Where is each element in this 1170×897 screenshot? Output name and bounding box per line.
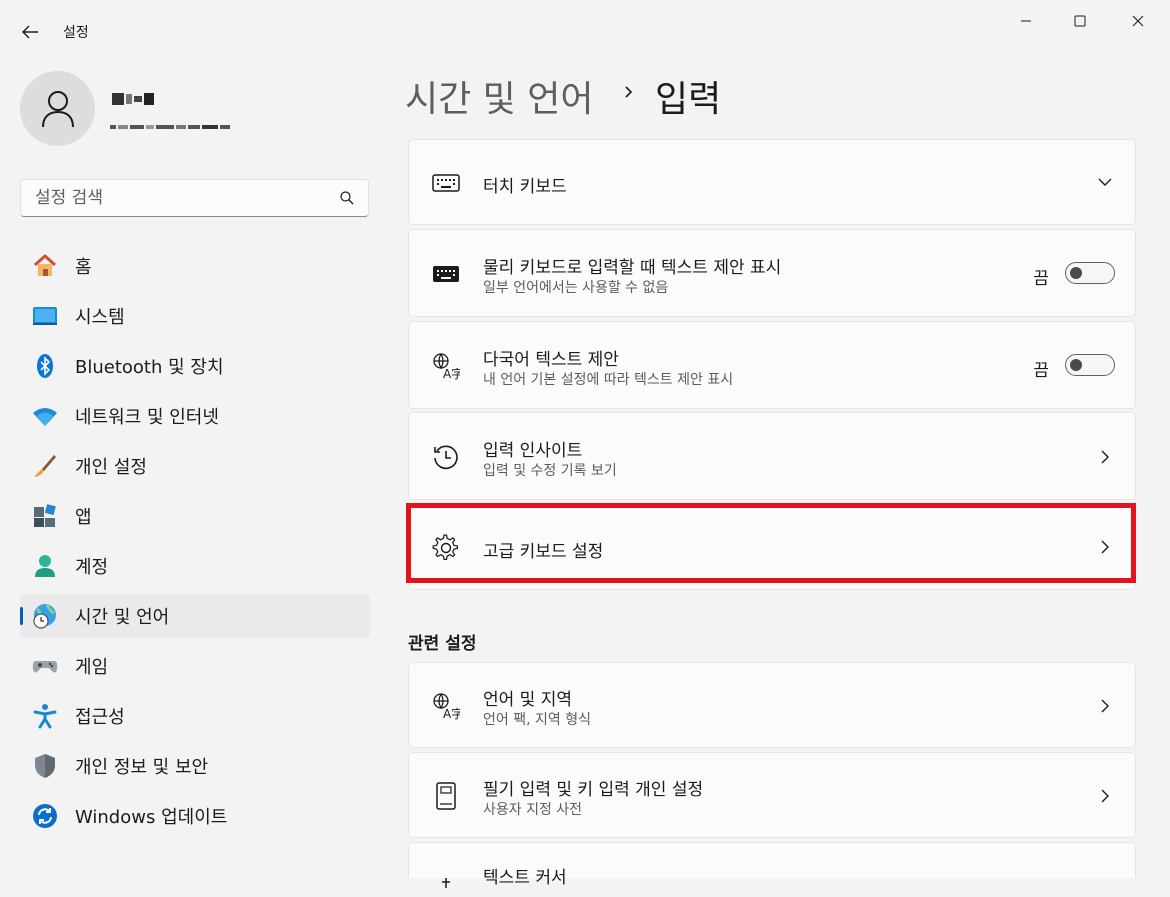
breadcrumb-parent[interactable]: 시간 및 언어	[405, 70, 594, 122]
svg-text:A字: A字	[443, 366, 460, 380]
sidebar-item-label: 계정	[75, 557, 109, 578]
physical-keyboard-suggestions-card: 물리 키보드로 입력할 때 텍스트 제안 표시 일부 언어에서는 사용할 수 없…	[408, 229, 1136, 317]
text-cursor-card[interactable]: 텍스트 커서	[408, 842, 1136, 888]
language-region-card[interactable]: A字 언어 및 지역 언어 팩, 지역 형식	[408, 662, 1136, 748]
account-icon	[32, 553, 58, 579]
accessibility-icon	[32, 703, 58, 729]
sidebar-item-system[interactable]: 시스템	[20, 294, 370, 338]
close-button[interactable]	[1115, 6, 1161, 36]
gear-icon	[431, 533, 461, 563]
toggle-state-label: 끔	[1033, 361, 1049, 381]
card-subtitle: 입력 및 수정 기록 보기	[483, 463, 617, 479]
card-subtitle: 내 언어 기본 설정에 따라 텍스트 제안 표시	[483, 372, 734, 388]
handwriting-personalization-card[interactable]: 필기 입력 및 키 입력 개인 설정 사용자 지정 사전	[408, 752, 1136, 838]
brush-icon	[32, 453, 58, 479]
sidebar-item-home[interactable]: 홈	[20, 244, 370, 288]
related-settings-heading: 관련 설정	[408, 634, 477, 654]
text-cursor-icon	[431, 867, 461, 897]
sidebar-item-label: 시스템	[75, 307, 125, 328]
card-title: 고급 키보드 설정	[483, 542, 604, 562]
breadcrumb-chevron-icon	[625, 86, 633, 98]
sidebar-item-label: Windows 업데이트	[75, 807, 228, 828]
toggle-state-label: 끔	[1033, 269, 1049, 289]
card-title: 언어 및 지역	[483, 690, 573, 710]
sidebar-item-time-language[interactable]: 시간 및 언어	[20, 594, 370, 638]
close-icon	[1132, 15, 1144, 27]
minimize-button[interactable]	[1003, 6, 1049, 36]
advanced-keyboard-settings-card[interactable]: 고급 키보드 설정	[408, 504, 1136, 590]
typing-insights-card[interactable]: 입력 인사이트 입력 및 수정 기록 보기	[408, 412, 1136, 500]
maximize-button[interactable]	[1057, 6, 1103, 36]
sidebar-item-label: 게임	[75, 657, 109, 678]
multilingual-suggestions-card: A字 다국어 텍스트 제안 내 언어 기본 설정에 따라 텍스트 제안 표시 끔	[408, 321, 1136, 409]
sidebar-item-label: 네트워크 및 인터넷	[75, 407, 219, 428]
sidebar-item-accounts[interactable]: 계정	[20, 544, 370, 588]
globe-clock-icon	[32, 603, 58, 629]
sidebar-item-label: 시간 및 언어	[75, 607, 170, 628]
search-icon[interactable]	[340, 191, 354, 205]
search-input[interactable]	[21, 180, 335, 216]
back-arrow-icon	[22, 25, 38, 39]
bluetooth-icon	[32, 353, 58, 379]
sidebar-item-bluetooth[interactable]: Bluetooth 및 장치	[20, 344, 370, 388]
back-button[interactable]	[14, 18, 46, 46]
search-box[interactable]	[20, 179, 369, 217]
sidebar-item-apps[interactable]: 앱	[20, 494, 370, 538]
sidebar-item-label: 개인 설정	[75, 457, 147, 478]
card-title: 입력 인사이트	[483, 441, 583, 461]
card-subtitle: 사용자 지정 사전	[483, 802, 583, 818]
update-icon	[32, 803, 58, 829]
maximize-icon	[1074, 15, 1086, 27]
sidebar-item-gaming[interactable]: 게임	[20, 644, 370, 688]
suggestions-toggle[interactable]	[1065, 262, 1115, 284]
user-name-redacted	[112, 88, 162, 106]
sidebar-item-label: 접근성	[75, 707, 125, 728]
sidebar-item-windows-update[interactable]: Windows 업데이트	[20, 794, 370, 838]
chevron-right-icon	[1101, 789, 1109, 803]
minimize-icon	[1021, 20, 1031, 22]
apps-icon	[32, 503, 58, 529]
wifi-icon	[32, 403, 58, 429]
card-title: 필기 입력 및 키 입력 개인 설정	[483, 780, 704, 800]
card-title: 터치 키보드	[483, 177, 567, 197]
keyboard-outline-icon	[431, 168, 461, 198]
sidebar-item-label: 개인 정보 및 보안	[75, 757, 209, 778]
avatar[interactable]	[20, 71, 95, 146]
gamepad-icon	[32, 653, 58, 679]
sidebar-item-network[interactable]: 네트워크 및 인터넷	[20, 394, 370, 438]
chevron-right-icon	[1101, 540, 1109, 554]
home-icon	[32, 253, 58, 279]
system-icon	[32, 303, 58, 329]
svg-text:A字: A字	[443, 706, 460, 720]
sidebar-nav: 홈 시스템 Bluetooth 및 장치 네트워크 및 인터넷 개인 설정 앱	[20, 244, 370, 844]
app-title: 설정	[63, 25, 89, 41]
sidebar-item-personalization[interactable]: 개인 설정	[20, 444, 370, 488]
touch-keyboard-card[interactable]: 터치 키보드	[408, 139, 1136, 225]
card-subtitle: 언어 팩, 지역 형식	[483, 712, 591, 728]
language-icon: A字	[431, 351, 461, 381]
person-icon	[41, 90, 74, 127]
chevron-down-icon[interactable]	[1097, 174, 1113, 190]
card-title: 물리 키보드로 입력할 때 텍스트 제안 표시	[483, 258, 782, 278]
sidebar-item-label: 홈	[75, 257, 92, 278]
sidebar-item-privacy[interactable]: 개인 정보 및 보안	[20, 744, 370, 788]
history-icon	[431, 442, 461, 472]
chevron-right-icon	[1101, 699, 1109, 713]
chevron-right-icon	[1101, 450, 1109, 464]
notebook-icon	[431, 781, 461, 811]
multilingual-toggle[interactable]	[1065, 354, 1115, 376]
sidebar-item-accessibility[interactable]: 접근성	[20, 694, 370, 738]
page-title: 입력	[655, 79, 722, 120]
sidebar-item-label: Bluetooth 및 장치	[75, 357, 224, 378]
language-icon: A字	[431, 691, 461, 721]
card-title: 텍스트 커서	[483, 868, 567, 888]
keyboard-filled-icon	[431, 259, 461, 289]
user-email-redacted	[110, 116, 238, 129]
shield-icon	[32, 753, 58, 779]
card-title: 다국어 텍스트 제안	[483, 350, 619, 370]
sidebar-item-label: 앱	[75, 507, 92, 528]
card-subtitle: 일부 언어에서는 사용할 수 없음	[483, 280, 669, 296]
